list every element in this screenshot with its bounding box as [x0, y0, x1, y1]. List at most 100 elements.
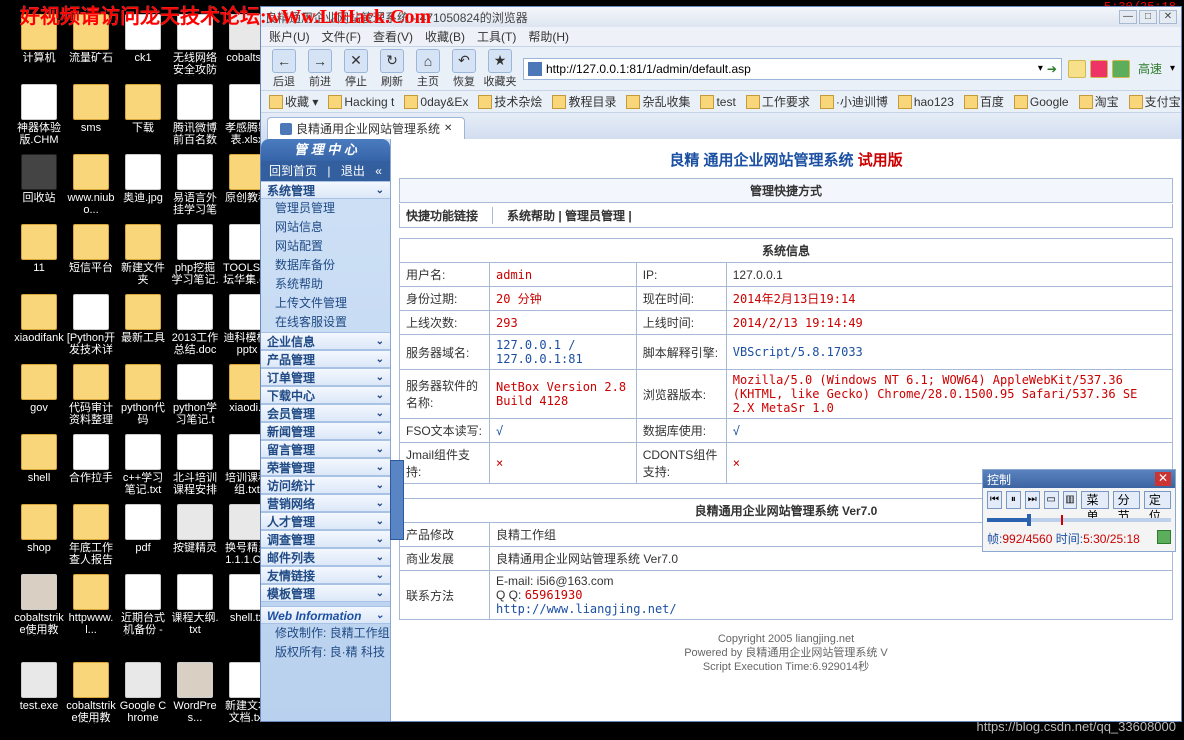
menu-item[interactable]: 文件(F) — [322, 28, 361, 45]
desktop-icon[interactable]: 合作拉手 — [66, 434, 116, 484]
desktop-icon[interactable]: 最新工具 — [118, 294, 168, 344]
close-button[interactable]: ✕ — [1159, 10, 1177, 24]
desktop-icon[interactable]: 按键精灵 — [170, 504, 220, 554]
bookmark-item[interactable]: 技术杂烩 — [478, 93, 542, 110]
bookmark-item[interactable]: 百度 — [964, 93, 1004, 110]
player-prev-button[interactable]: ⏮ — [987, 491, 1002, 509]
desktop-icon[interactable]: 短信平台 — [66, 224, 116, 274]
toolbar-停止[interactable]: ✕停止 — [339, 49, 373, 89]
player-extra1[interactable]: ▭ — [1044, 491, 1059, 509]
desktop-icon[interactable]: WordPres... — [170, 662, 220, 724]
player-loc-button[interactable]: 定位 — [1144, 491, 1171, 509]
player-slider[interactable] — [987, 518, 1171, 522]
logout-link[interactable]: 退出 — [341, 161, 365, 181]
desktop-icon[interactable]: 2013工作总结.doc — [170, 294, 220, 356]
toolbar-收藏夹[interactable]: ★收藏夹 — [483, 49, 517, 89]
desktop-icon[interactable]: cobaltstrike使用教材 — [66, 662, 116, 724]
sidebar-cat-system[interactable]: 系统管理 — [261, 181, 390, 199]
minimize-button[interactable]: — — [1119, 10, 1137, 24]
chevron-down-icon[interactable]: ▾ — [1170, 63, 1175, 74]
player-next-button[interactable]: ⏭ — [1025, 491, 1040, 509]
bookmark-item[interactable]: hao123 — [898, 95, 954, 109]
desktop-icon[interactable]: 11 — [14, 224, 64, 274]
sidebar-cat[interactable]: 订单管理 — [261, 368, 390, 386]
side-handle[interactable] — [390, 460, 404, 540]
desktop-icon[interactable]: test.exe — [14, 662, 64, 712]
menu-item[interactable]: 帮助(H) — [528, 28, 569, 45]
sidebar-subitem[interactable]: 在线客服设置 — [261, 313, 390, 332]
ext-icon-3[interactable] — [1112, 60, 1130, 78]
quick-item-1[interactable]: 系统帮助 | 管理员管理 | — [507, 207, 632, 224]
desktop-icon[interactable]: gov — [14, 364, 64, 414]
bookmark-item[interactable]: 杂乱收集 — [626, 93, 690, 110]
desktop-icon[interactable]: shop — [14, 504, 64, 554]
bookmark-item[interactable]: 工作要求 — [746, 93, 810, 110]
player-pause-button[interactable]: ⏸ — [1006, 491, 1021, 509]
sidebar-cat[interactable]: 调查管理 — [261, 530, 390, 548]
bookmark-item[interactable]: 淘宝 — [1079, 93, 1119, 110]
toolbar-主页[interactable]: ⌂主页 — [411, 49, 445, 89]
desktop-icon[interactable]: python学习笔记.t — [170, 364, 220, 426]
desktop-icon[interactable]: cobaltstrike使用教材.zip — [14, 574, 64, 636]
address-bar[interactable]: ▾ ➔ — [523, 58, 1062, 80]
sidebar-cat[interactable]: 留言管理 — [261, 440, 390, 458]
menu-item[interactable]: 收藏(B) — [425, 28, 465, 45]
sidebar-cat[interactable]: 访问统计 — [261, 476, 390, 494]
bookmark-item[interactable]: 教程目录 — [552, 93, 616, 110]
desktop-icon[interactable]: 回收站 — [14, 154, 64, 204]
toolbar-恢复[interactable]: ↶恢复 — [447, 49, 481, 89]
desktop-icon[interactable]: 奥迪.jpg — [118, 154, 168, 204]
desktop-icon[interactable]: [Python开发技术详解 — [66, 294, 116, 356]
go-icon[interactable]: ➔ — [1047, 62, 1057, 76]
url-input[interactable] — [546, 62, 1034, 76]
bookmark-item[interactable]: 0day&Ex — [404, 95, 468, 109]
sidebar-webinfo-title[interactable]: Web Information — [261, 606, 390, 624]
player-menu-button[interactable]: 菜单 — [1081, 491, 1108, 509]
desktop-icon[interactable]: c++学习笔记.txt — [118, 434, 168, 496]
sidebar-subitem[interactable]: 网站信息 — [261, 218, 390, 237]
desktop-icon[interactable]: 下载 — [118, 84, 168, 134]
speaker-icon[interactable] — [1157, 530, 1171, 544]
player-extra2[interactable]: ▥ — [1063, 491, 1078, 509]
bookmark-item[interactable]: ·小迪训博 — [820, 93, 888, 110]
collapse-icon[interactable]: « — [375, 161, 382, 181]
sidebar-cat[interactable]: 营销网络 — [261, 494, 390, 512]
desktop-icon[interactable]: 课程大纲.txt — [170, 574, 220, 636]
desktop-icon[interactable]: 腾讯微博前百名数据1.xlsx — [170, 84, 220, 146]
toolbar-前进[interactable]: →前进 — [303, 49, 337, 89]
menu-item[interactable]: 账户(U) — [269, 28, 310, 45]
desktop-icon[interactable]: 代码审计资料整理 — [66, 364, 116, 426]
sidebar-subitem[interactable]: 数据库备份 — [261, 256, 390, 275]
sidebar-subitem[interactable]: 管理员管理 — [261, 199, 390, 218]
bookmark-item[interactable]: 收藏 ▾ — [269, 93, 318, 110]
player-close-icon[interactable]: ✕ — [1155, 472, 1171, 486]
desktop-icon[interactable]: www.niubo... — [66, 154, 116, 216]
quick-item-0[interactable]: 快捷功能链接 — [406, 207, 493, 224]
contact-site[interactable]: http://www.liangjing.net/ — [496, 602, 677, 616]
sidebar-cat[interactable]: 友情链接 — [261, 566, 390, 584]
dropdown-icon[interactable]: ▾ — [1038, 63, 1043, 74]
sidebar-cat[interactable]: 企业信息 — [261, 332, 390, 350]
sidebar-cat[interactable]: 荣誉管理 — [261, 458, 390, 476]
desktop-icon[interactable]: sms — [66, 84, 116, 134]
desktop-icon[interactable]: 新建文件夹 — [118, 224, 168, 286]
sidebar-subitem[interactable]: 系统帮助 — [261, 275, 390, 294]
sidebar-subitem[interactable]: 网站配置 — [261, 237, 390, 256]
desktop-icon[interactable]: php挖掘学习笔记.t — [170, 224, 220, 286]
sidebar-cat[interactable]: 下载中心 — [261, 386, 390, 404]
desktop-icon[interactable]: shell — [14, 434, 64, 484]
toolbar-刷新[interactable]: ↻刷新 — [375, 49, 409, 89]
contact-qq[interactable]: 65961930 — [525, 588, 583, 602]
sidebar-cat[interactable]: 人才管理 — [261, 512, 390, 530]
sidebar-home[interactable]: 回到首页 | 退出 « — [261, 161, 390, 181]
ext-icon-1[interactable] — [1068, 60, 1086, 78]
desktop-icon[interactable]: 易语言外挂学习笔记.txt — [170, 154, 220, 216]
desktop-icon[interactable]: 神器体验版.CHM — [14, 84, 64, 146]
toolbar-后退[interactable]: ←后退 — [267, 49, 301, 89]
sidebar-cat[interactable]: 新闻管理 — [261, 422, 390, 440]
menu-item[interactable]: 查看(V) — [373, 28, 413, 45]
sidebar-cat[interactable]: 产品管理 — [261, 350, 390, 368]
sidebar-cat[interactable]: 邮件列表 — [261, 548, 390, 566]
tab-active[interactable]: 良精通用企业网站管理系统 ✕ — [267, 117, 465, 139]
desktop-icon[interactable]: 年底工作查人报告 — [66, 504, 116, 566]
